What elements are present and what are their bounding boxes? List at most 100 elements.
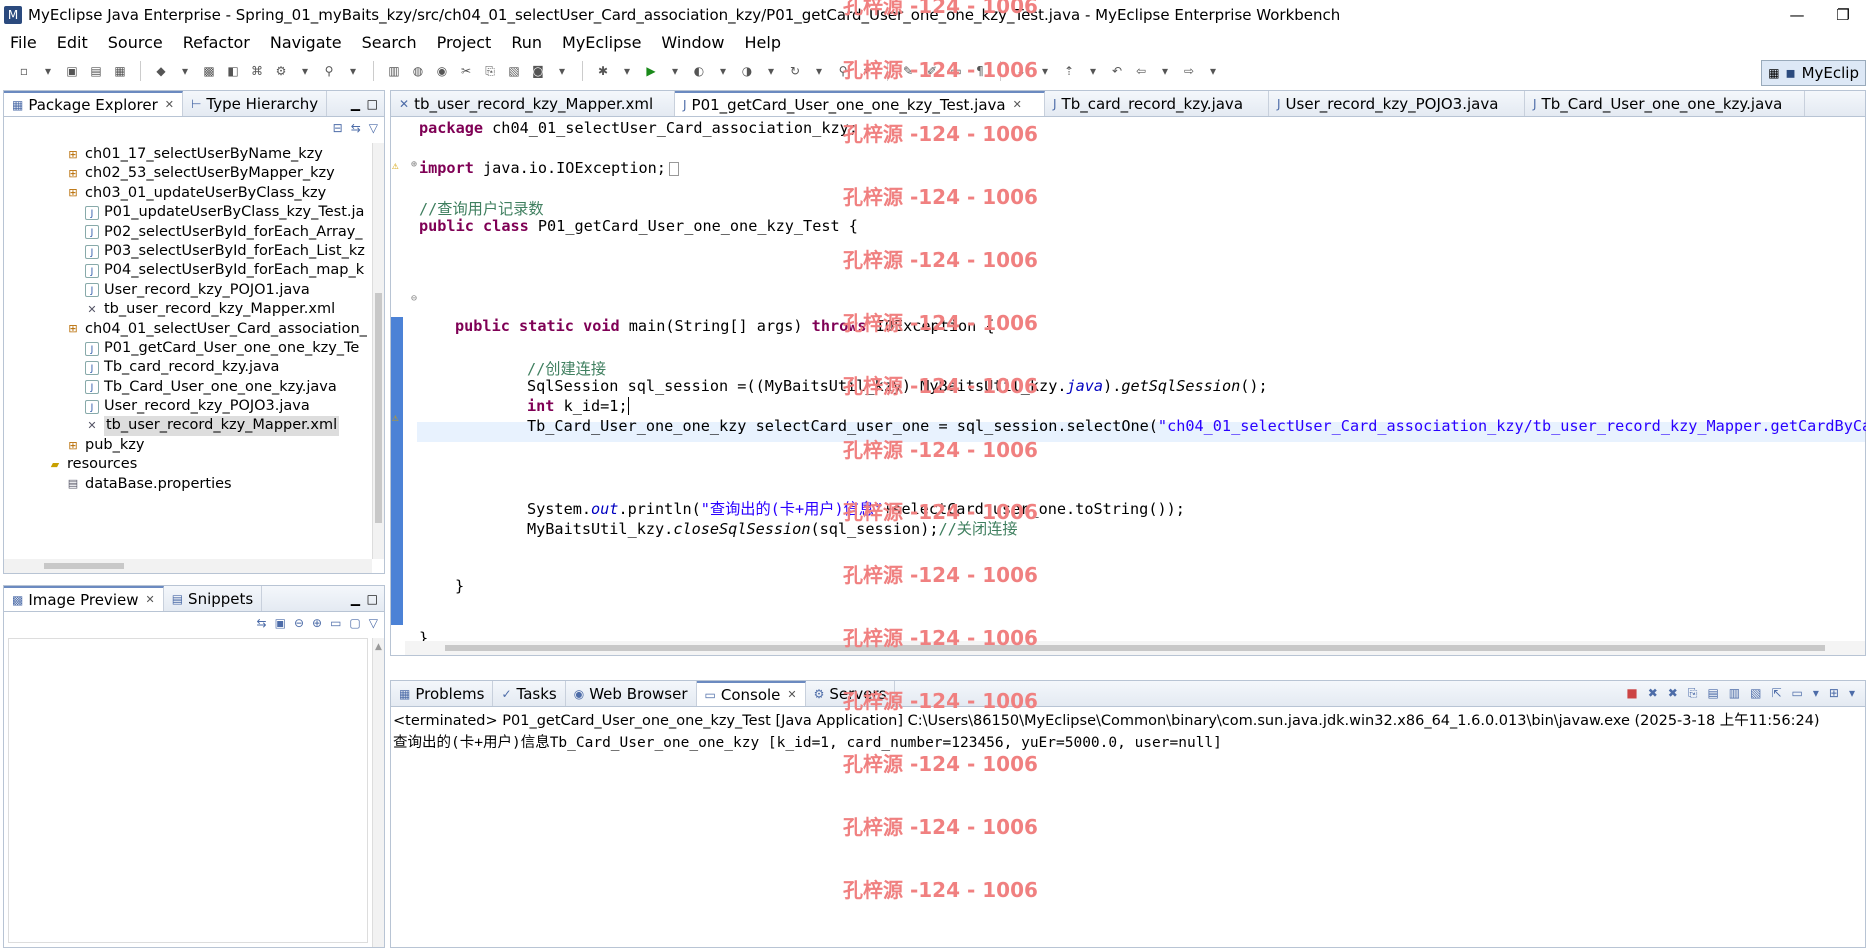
tree-item[interactable]: ▤ dataBase.properties [4, 475, 372, 494]
whitespace-icon[interactable]: ¶ [970, 61, 990, 81]
actual-size-icon[interactable]: ▭ [330, 616, 341, 630]
tab-test-java[interactable]: J P01_getCard_User_one_one_kzy_Test.java… [675, 91, 1045, 116]
scrollbar-thumb[interactable] [445, 645, 1825, 651]
close-icon[interactable]: ✕ [1013, 98, 1022, 111]
run-external-icon[interactable]: ◐ [689, 61, 709, 81]
deploy-icon[interactable]: ⚙ [271, 61, 291, 81]
new-project-icon[interactable]: ◆ [151, 61, 171, 81]
tree-item[interactable]: J P03_selectUserById_forEach_List_kz [4, 242, 372, 261]
tab-servers[interactable]: ⚙ Servers [806, 681, 896, 706]
menu-window[interactable]: Window [651, 33, 734, 52]
paste-icon[interactable]: ▧ [504, 61, 524, 81]
tab-pojo3[interactable]: J User_record_kzy_POJO3.java [1269, 91, 1525, 116]
next-annotation-icon[interactable]: ⇣ [1011, 61, 1031, 81]
save-icon[interactable]: ▣ [62, 61, 82, 81]
save-all-icon[interactable]: ▤ [86, 61, 106, 81]
dropdown-icon[interactable]: ▾ [857, 61, 877, 81]
preview-scrollbar[interactable]: ▲ [372, 638, 384, 947]
cut-icon[interactable]: ✂ [456, 61, 476, 81]
copy-icon[interactable]: ⎘ [1688, 686, 1698, 701]
menu-file[interactable]: File [0, 33, 47, 52]
tab-console[interactable]: ▭ Console ✕ [696, 681, 806, 706]
scrollbar-thumb[interactable] [375, 293, 382, 523]
search-icon[interactable]: ⚲ [833, 61, 853, 81]
tab-problems[interactable]: ▦ Problems [391, 681, 494, 706]
dropdown-icon[interactable]: ▾ [713, 61, 733, 81]
dropdown-icon[interactable]: ▾ [552, 61, 572, 81]
show-stdout-icon[interactable]: ▥ [1729, 686, 1740, 701]
refresh-icon[interactable]: ↻ [785, 61, 805, 81]
tree-item-selected[interactable]: ✕ tb_user_record_kzy_Mapper.xml [4, 416, 372, 436]
minimize-button[interactable]: — [1774, 6, 1820, 24]
zoom-in-icon[interactable]: ⊕ [312, 616, 322, 630]
open-file-icon[interactable]: ▥ [384, 61, 404, 81]
scroll-lock-icon[interactable]: ▤ [1707, 686, 1718, 701]
menu-help[interactable]: Help [735, 33, 791, 52]
scroll-up-icon[interactable]: ▲ [373, 642, 384, 652]
close-icon[interactable]: ✕ [787, 688, 796, 701]
dropdown-icon[interactable]: ▾ [1155, 61, 1175, 81]
scrollbar-thumb[interactable] [44, 563, 124, 569]
minimize-view-icon[interactable]: ▁ [351, 592, 360, 606]
tree-scrollbar[interactable] [372, 143, 384, 559]
open-perspective-icon[interactable]: ▦ [1768, 66, 1779, 80]
tab-package-explorer[interactable]: ▦ Package Explorer ✕ [4, 91, 183, 116]
tree-item[interactable]: ⊞ ch01_17_selectUserByName_kzy [4, 145, 372, 164]
coverage-icon[interactable]: ◑ [737, 61, 757, 81]
last-edit-icon[interactable]: ↶ [1107, 61, 1127, 81]
folded-import-icon[interactable] [668, 161, 679, 176]
code-editor[interactable]: ⚠ ⊕ ⊖ ⚠ package ch04_01_selectUser_Card_… [391, 117, 1866, 655]
block-select-icon[interactable]: ▭ [946, 61, 966, 81]
tab-mapper-xml[interactable]: ✕ tb_user_record_kzy_Mapper.xml [391, 91, 675, 116]
toggle-mark-icon[interactable]: ✎ [898, 61, 918, 81]
tab-image-preview[interactable]: ▩ Image Preview ✕ [4, 586, 164, 611]
zoom-out-icon[interactable]: ⊖ [294, 616, 304, 630]
debug-icon[interactable]: ✱ [593, 61, 613, 81]
server-icon[interactable]: ⚲ [319, 61, 339, 81]
collapse-all-icon[interactable]: ⊟ [333, 121, 343, 135]
browser-icon[interactable]: ◍ [408, 61, 428, 81]
package-icon[interactable]: ▩ [199, 61, 219, 81]
menu-project[interactable]: Project [427, 33, 502, 52]
dropdown-icon[interactable]: ▾ [1083, 61, 1103, 81]
back-icon[interactable]: ⇦ [1131, 61, 1151, 81]
tree-item[interactable]: J P04_selectUserById_forEach_map_k [4, 261, 372, 280]
sync-icon[interactable]: ⇆ [257, 616, 267, 630]
camera-icon[interactable]: ◙ [528, 61, 548, 81]
dropdown-icon[interactable]: ▾ [1203, 61, 1223, 81]
new-icon[interactable]: ▫ [14, 61, 34, 81]
menu-myeclipse[interactable]: MyEclipse [552, 33, 651, 52]
tab-type-hierarchy[interactable]: ⊢ Type Hierarchy [183, 91, 328, 116]
tab-card-user[interactable]: J Tb_Card_User_one_one_kzy.java [1525, 91, 1805, 116]
tree-item[interactable]: J User_record_kzy_POJO1.java [4, 281, 372, 300]
minimize-view-icon[interactable]: ▁ [351, 97, 360, 111]
class-icon[interactable]: ◧ [223, 61, 243, 81]
tree-item[interactable]: ⊞ ch03_01_updateUserByClass_kzy [4, 184, 372, 203]
globe-icon[interactable]: ◉ [432, 61, 452, 81]
copy-icon[interactable]: ⎘ [480, 61, 500, 81]
menu-search[interactable]: Search [352, 33, 427, 52]
maximize-view-icon[interactable]: □ [367, 592, 378, 606]
tree-hscrollbar[interactable] [4, 559, 372, 573]
remove-launch-icon[interactable]: ✖ [1648, 686, 1658, 701]
open-console-icon[interactable]: ⊞ [1829, 686, 1839, 701]
terminate-icon[interactable]: ■ [1626, 686, 1637, 701]
tree-item[interactable]: J Tb_Card_User_one_one_kzy.java [4, 378, 372, 397]
display-console-icon[interactable]: ▭ [1792, 686, 1803, 701]
tree-item[interactable]: J P02_selectUserById_forEach_Array_ [4, 223, 372, 242]
highlight-icon[interactable]: ✐ [922, 61, 942, 81]
dropdown-icon[interactable]: ▾ [1849, 686, 1855, 701]
print-icon[interactable]: ▦ [110, 61, 130, 81]
tree-item[interactable]: ⊞ ch02_53_selectUserByMapper_kzy [4, 164, 372, 183]
menu-run[interactable]: Run [501, 33, 552, 52]
fit-icon[interactable]: ▣ [275, 616, 286, 630]
dropdown-icon[interactable]: ▾ [175, 61, 195, 81]
menu-refactor[interactable]: Refactor [173, 33, 260, 52]
menu-source[interactable]: Source [98, 33, 173, 52]
perspective-switcher[interactable]: ▦ ◼ MyEclip [1761, 60, 1866, 86]
forward-icon[interactable]: ⇨ [1179, 61, 1199, 81]
run-icon[interactable]: ▶ [641, 61, 661, 81]
pin-icon[interactable]: ⇱ [1771, 686, 1781, 701]
prev-annotation-icon[interactable]: ⇡ [1059, 61, 1079, 81]
menu-navigate[interactable]: Navigate [260, 33, 352, 52]
